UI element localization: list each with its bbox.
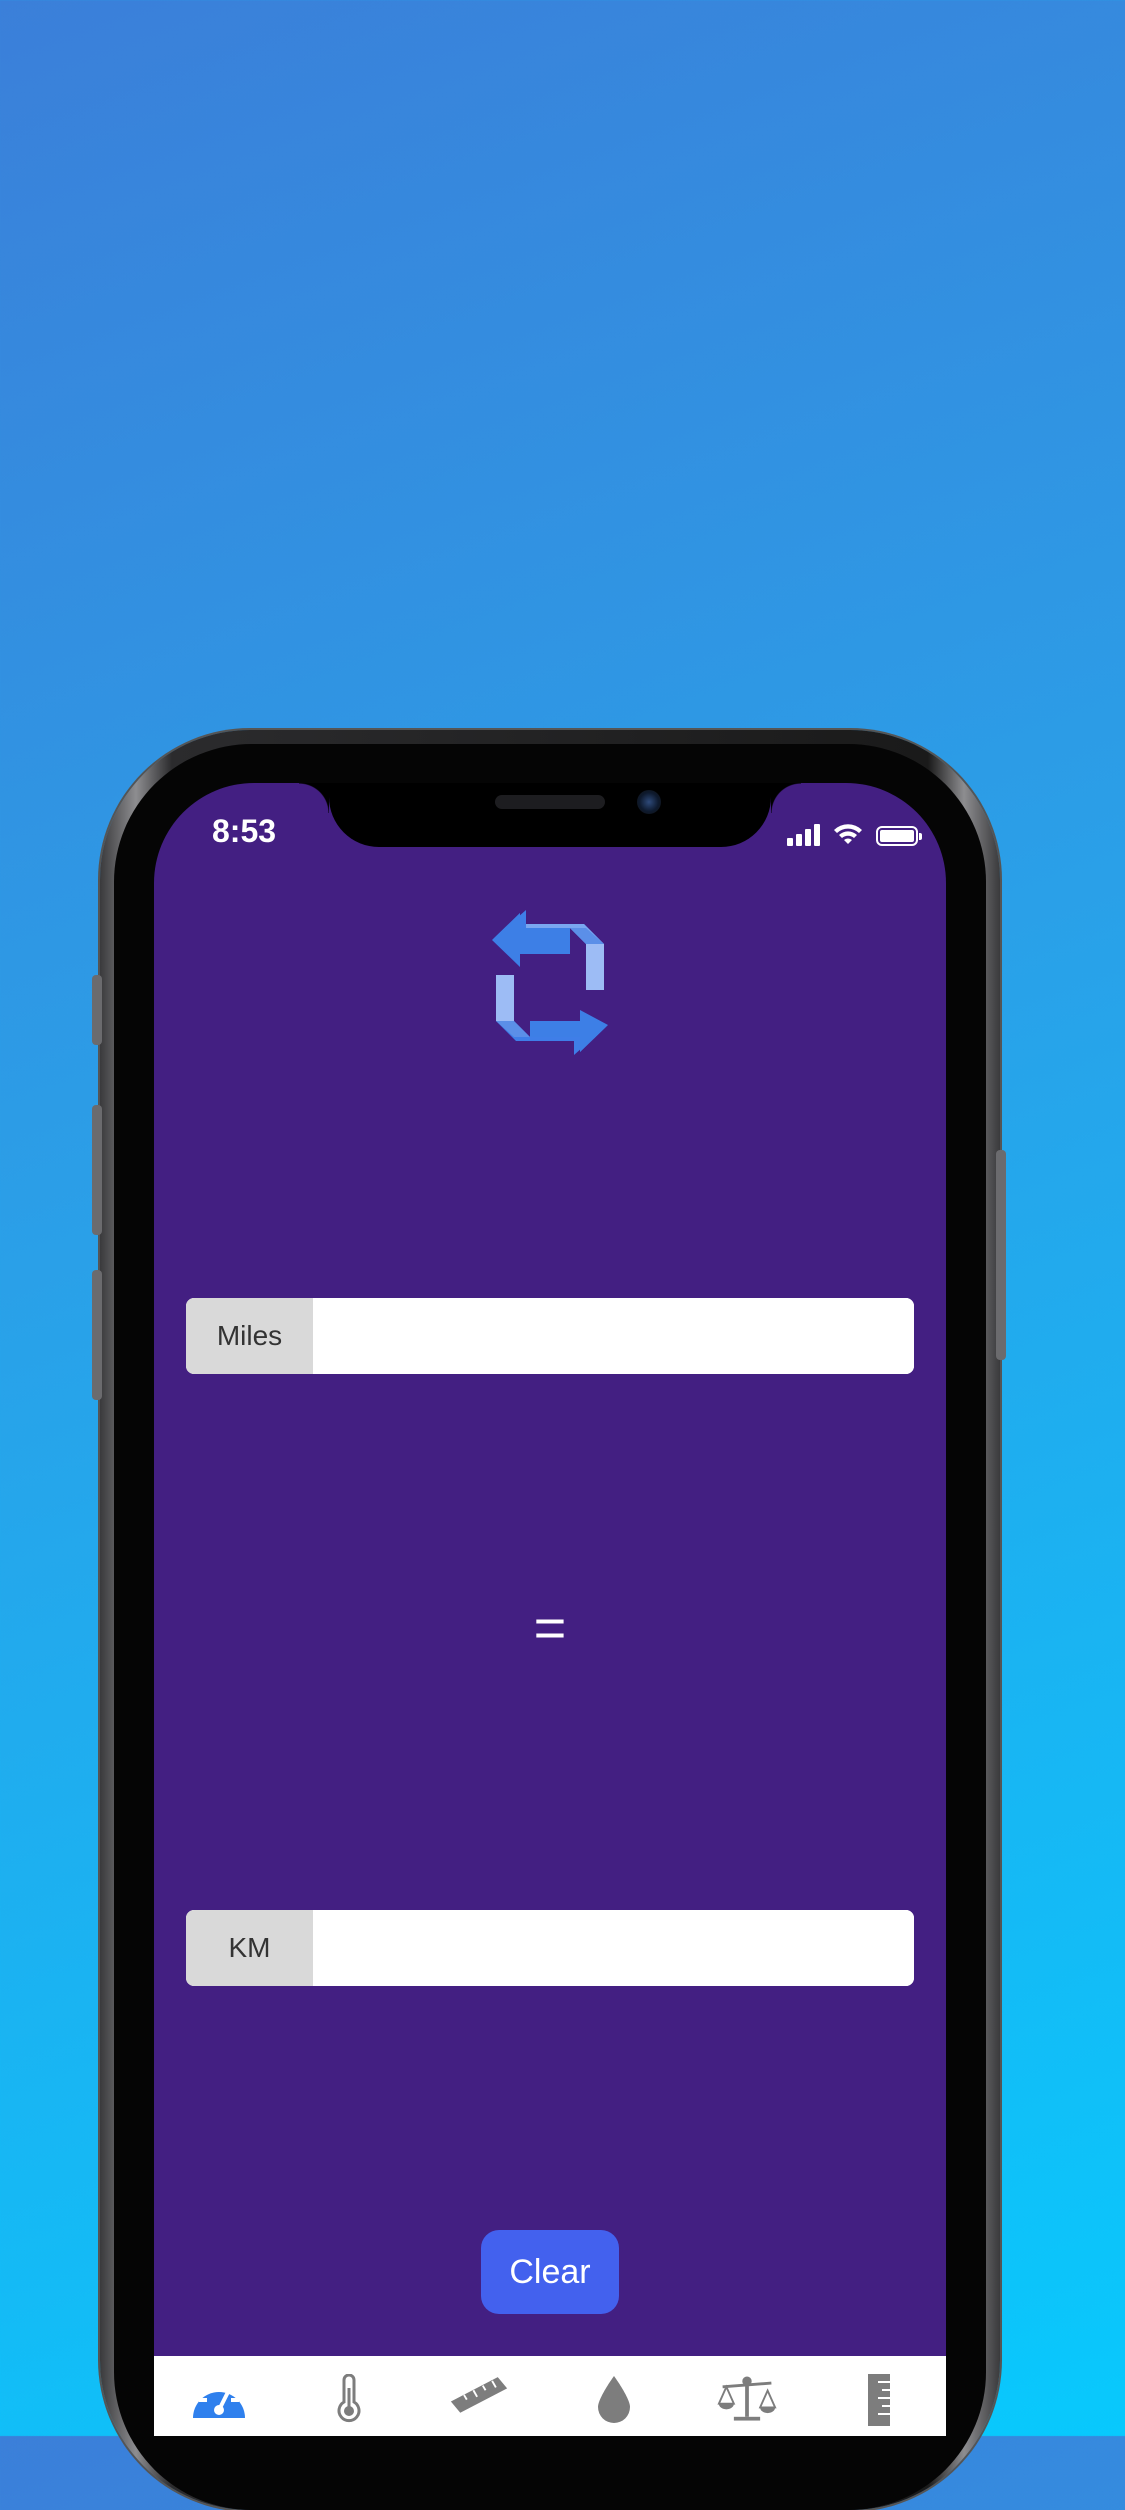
tab-volume[interactable] [584, 2374, 644, 2436]
tab-weight[interactable] [717, 2374, 777, 2436]
to-unit-label: KM [186, 1910, 313, 1986]
power-button [996, 1150, 1006, 1360]
speedometer-icon [193, 2380, 245, 2418]
tab-bar [154, 2356, 946, 2436]
tab-length[interactable] [449, 2374, 509, 2436]
status-time: 8:53 [212, 813, 277, 849]
front-camera [637, 790, 661, 814]
battery-icon [876, 826, 922, 846]
wifi-icon [834, 824, 862, 844]
tab-area[interactable] [849, 2374, 909, 2436]
equals-sign: = [533, 1596, 567, 1659]
clear-button[interactable]: Clear [481, 2230, 619, 2314]
to-field: KM [186, 1910, 914, 1986]
vertical-ruler-icon [868, 2374, 890, 2426]
convert-arrows-logo [492, 910, 608, 1055]
from-value-input[interactable] [313, 1298, 914, 1374]
cellular-signal-icon [787, 824, 820, 846]
from-field: Miles [186, 1298, 914, 1374]
mute-switch [92, 975, 102, 1045]
from-unit-label: Miles [186, 1298, 313, 1374]
tab-temperature[interactable] [319, 2374, 379, 2436]
to-value-input[interactable] [313, 1910, 914, 1986]
water-drop-icon [598, 2376, 630, 2423]
status-icons [787, 816, 922, 846]
app-screen: 8:53 Miles = KM Clear [154, 783, 946, 2436]
thermometer-icon [337, 2374, 361, 2423]
volume-down-button [92, 1270, 102, 1400]
notch [299, 783, 801, 847]
earpiece-speaker [495, 795, 605, 809]
ruler-icon [450, 2377, 508, 2413]
tab-speed[interactable] [189, 2374, 249, 2436]
volume-up-button [92, 1105, 102, 1235]
scale-icon [717, 2376, 777, 2421]
